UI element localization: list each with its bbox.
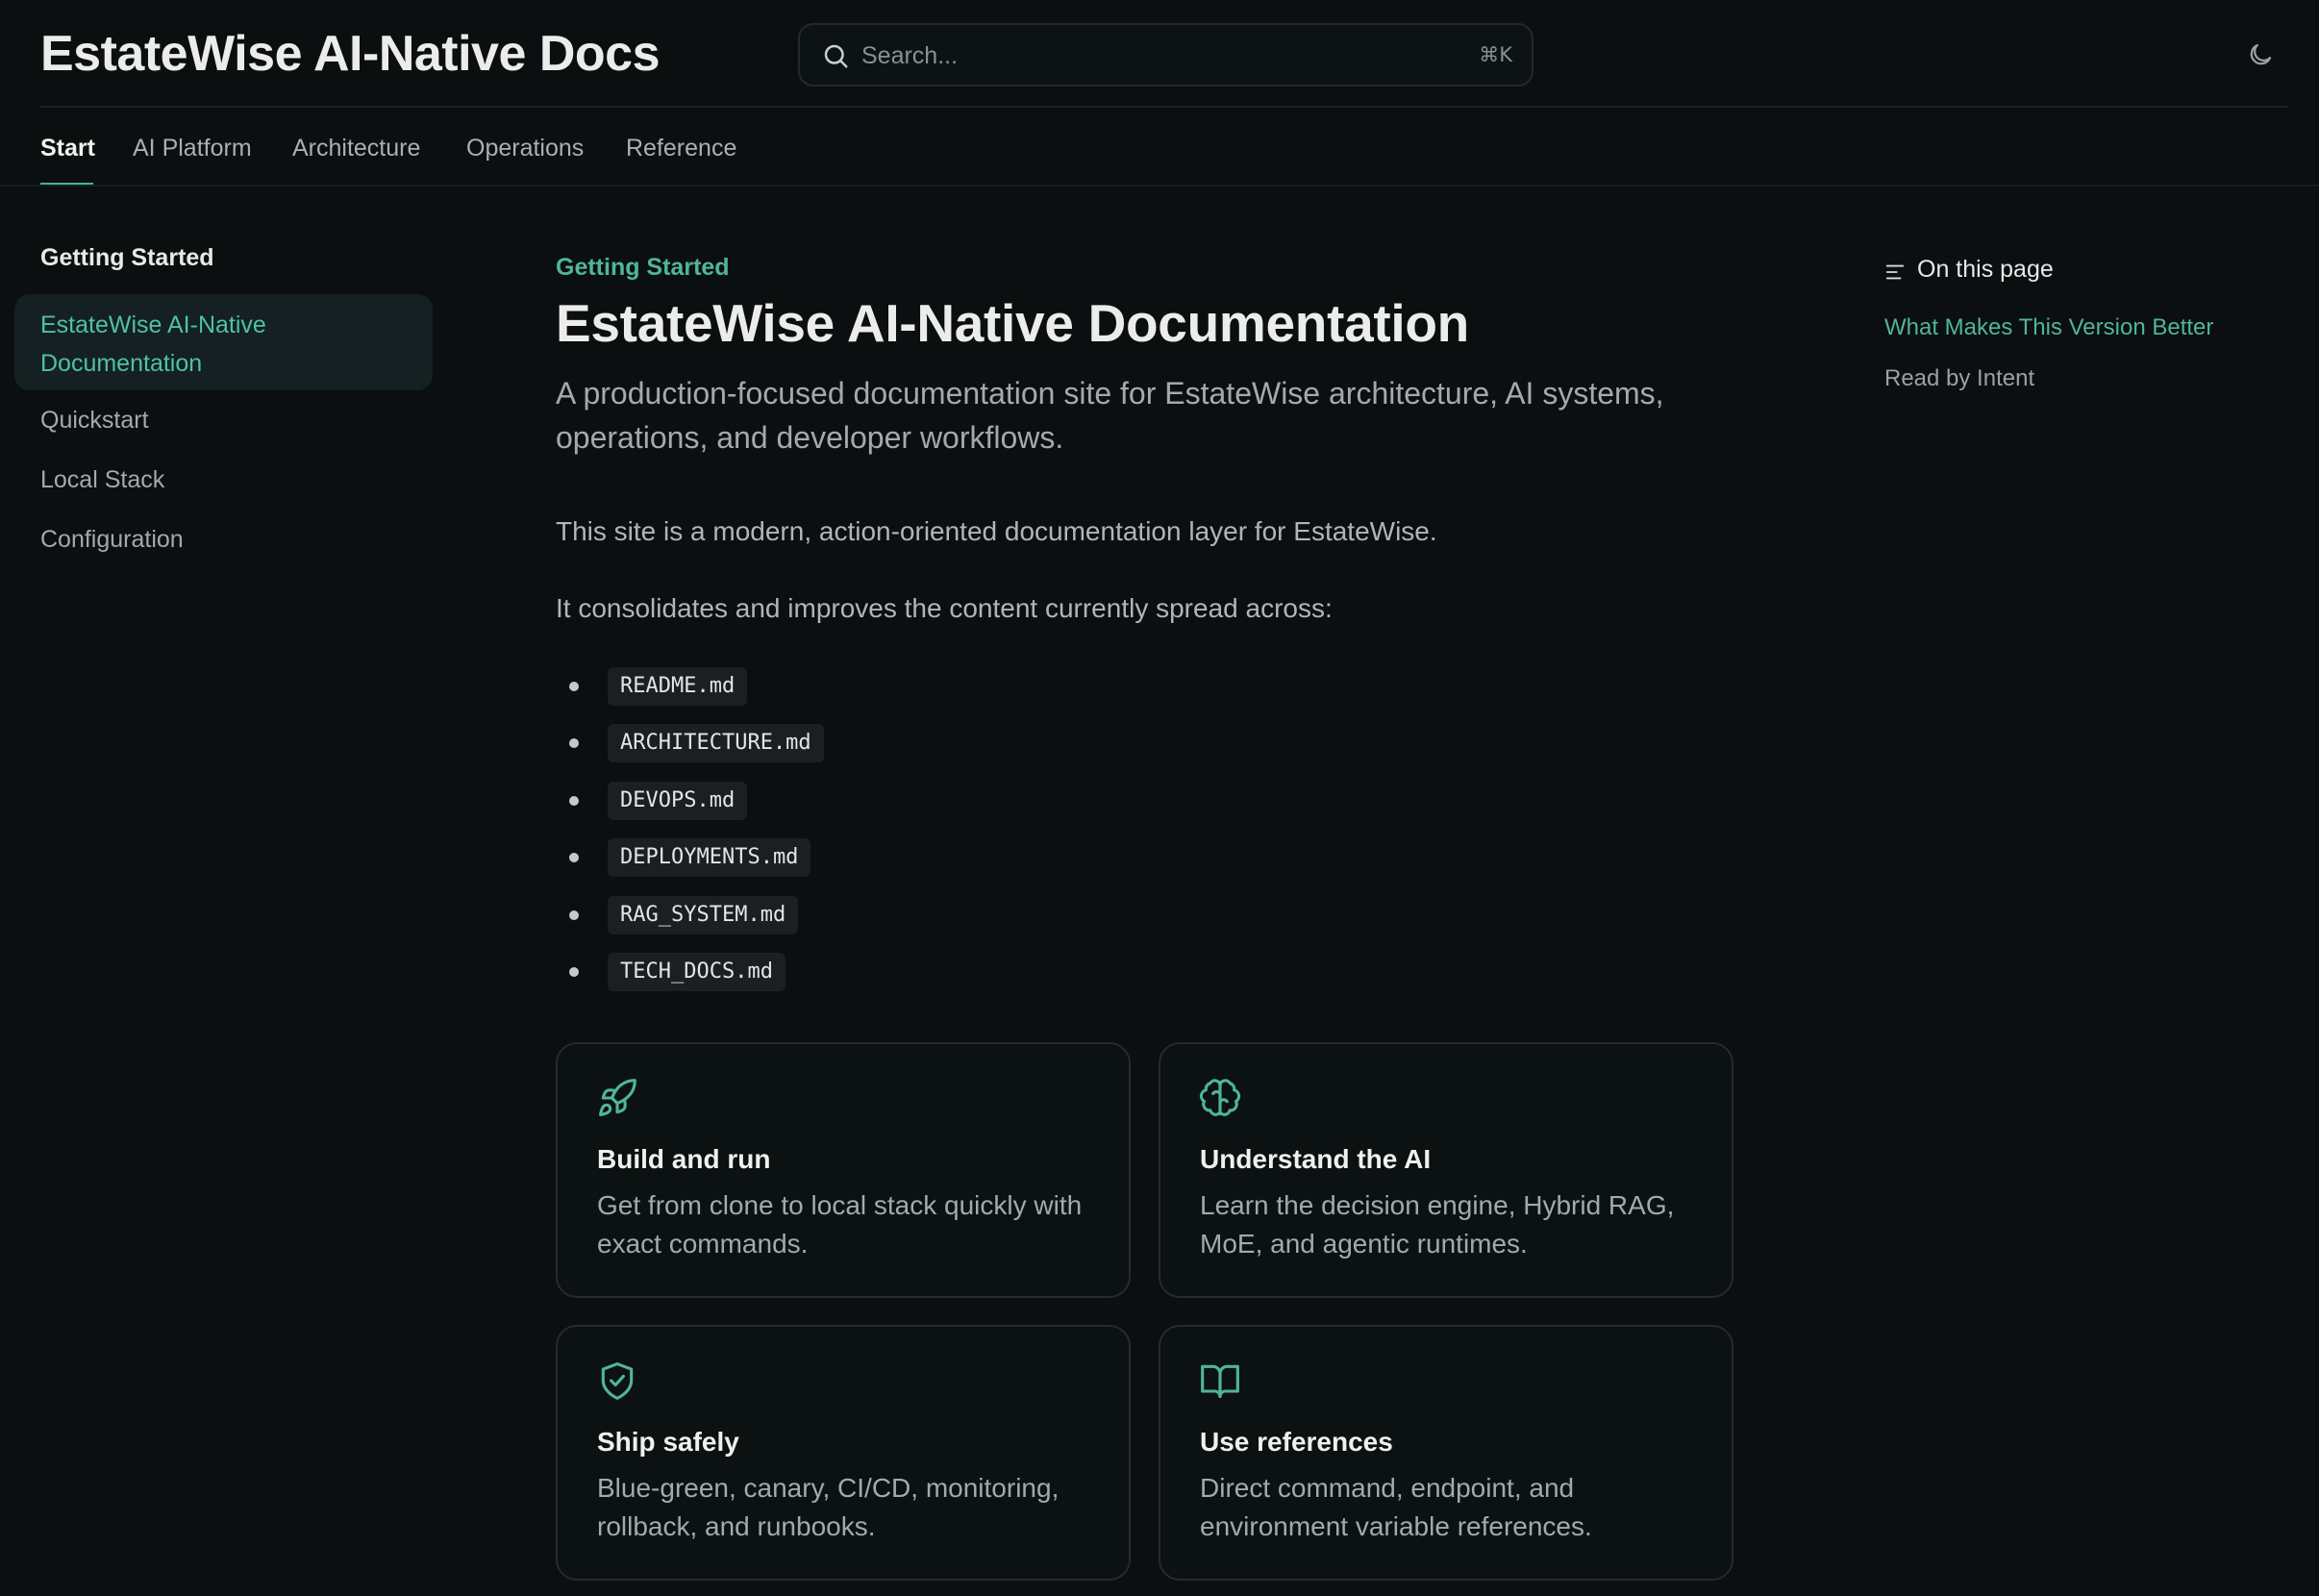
search-input[interactable] [861, 37, 1400, 75]
tab-operations[interactable]: Operations [466, 135, 584, 162]
list-item: RAG_SYSTEM.md [556, 896, 1133, 935]
card-title: Use references [1200, 1427, 1393, 1457]
tab-start[interactable]: Start [40, 135, 95, 162]
text-align-left-icon [1885, 264, 1905, 280]
bullet [569, 853, 579, 862]
bullet [569, 796, 579, 806]
bullet [569, 738, 579, 748]
tab-reference[interactable]: Reference [626, 135, 736, 162]
consolidation-paragraph: It consolidates and improves the content… [556, 593, 1333, 623]
card-use-references[interactable]: Use references Direct command, endpoint,… [1159, 1325, 1733, 1581]
search-box[interactable]: ⌘K [798, 23, 1534, 87]
card-description: Blue-green, canary, CI/CD, monitoring, r… [597, 1473, 1060, 1541]
card-description: Learn the decision engine, Hybrid RAG, M… [1200, 1190, 1675, 1259]
file-code: RAG_SYSTEM.md [608, 896, 799, 935]
card-description: Get from clone to local stack quickly wi… [597, 1190, 1083, 1259]
list-item: DEVOPS.md [556, 782, 1133, 820]
list-item: ARCHITECTURE.md [556, 724, 1133, 762]
file-code: README.md [608, 667, 748, 706]
card-description: Direct command, endpoint, and environmen… [1200, 1473, 1592, 1541]
book-open-icon [1201, 1364, 1239, 1399]
moon-icon[interactable] [2246, 40, 2275, 69]
card-title: Ship safely [597, 1427, 739, 1457]
file-code: DEVOPS.md [608, 782, 748, 820]
card-title: Build and run [597, 1144, 771, 1174]
top-nav-tabs: Start AI Platform Architecture Operation… [0, 108, 2319, 187]
toc-heading: On this page [1917, 256, 2054, 283]
bullet [569, 682, 579, 691]
sidebar-item-configuration[interactable]: Configuration [40, 526, 184, 554]
rocket-icon [599, 1079, 636, 1116]
tab-ai-platform[interactable]: AI Platform [133, 135, 252, 162]
file-code: ARCHITECTURE.md [608, 724, 824, 762]
sidebar-heading: Getting Started [40, 244, 214, 271]
top-bar: EstateWise AI-Native Docs ⌘K [0, 0, 2319, 108]
list-item: TECH_DOCS.md [556, 953, 1133, 991]
search-icon [824, 44, 848, 68]
file-code: DEPLOYMENTS.md [608, 838, 811, 877]
page-title: EstateWise AI-Native Documentation [556, 293, 1469, 353]
sidebar-item-local-stack[interactable]: Local Stack [40, 466, 164, 494]
card-title: Understand the AI [1200, 1144, 1432, 1174]
card-build-and-run[interactable]: Build and run Get from clone to local st… [556, 1042, 1131, 1298]
bullet [569, 910, 579, 920]
toc-link-what-makes-better[interactable]: What Makes This Version Better [1884, 314, 2213, 341]
section-eyebrow: Getting Started [556, 254, 730, 281]
site-title[interactable]: EstateWise AI-Native Docs [40, 25, 661, 83]
list-item: DEPLOYMENTS.md [556, 838, 1133, 877]
card-understand-the-ai[interactable]: Understand the AI Learn the decision eng… [1159, 1042, 1733, 1298]
file-code: TECH_DOCS.md [608, 953, 785, 991]
sidebar-item-quickstart[interactable]: Quickstart [40, 407, 149, 435]
sidebar-item-estatewise-docs[interactable]: EstateWise AI-Native Documentation [14, 294, 433, 390]
bullet [569, 967, 579, 977]
tabs-divider [0, 185, 2319, 187]
card-ship-safely[interactable]: Ship safely Blue-green, canary, CI/CD, m… [556, 1325, 1131, 1581]
intro-paragraph: This site is a modern, action-oriented d… [556, 516, 1437, 546]
list-item: README.md [556, 667, 1133, 706]
page-lead: A production-focused documentation site … [556, 376, 1664, 455]
search-shortcut: ⌘K [1479, 43, 1512, 66]
brain-icon [1199, 1079, 1241, 1116]
shield-check-icon [601, 1362, 634, 1400]
tab-architecture[interactable]: Architecture [292, 135, 420, 162]
toc-link-read-by-intent[interactable]: Read by Intent [1884, 365, 2034, 392]
